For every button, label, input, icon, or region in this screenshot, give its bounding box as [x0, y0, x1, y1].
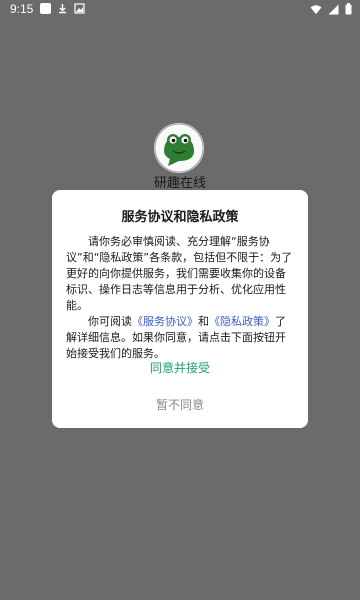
read-prefix-text: 你可阅读 — [88, 315, 132, 328]
privacy-policy-link[interactable]: 《隐私政策》 — [209, 315, 275, 328]
image-icon — [74, 3, 85, 14]
battery-icon — [345, 3, 352, 15]
frog-logo-icon — [154, 123, 204, 173]
status-notification-icons — [40, 3, 85, 14]
agree-button[interactable]: 同意并接受 — [52, 356, 308, 380]
status-bar: 9:15 — [0, 0, 360, 20]
privacy-dialog: 服务协议和隐私政策 请你务必审慎阅读、充分理解“服务协议”和“隐私政策”各条款，… — [52, 190, 308, 428]
app-square-icon — [40, 3, 51, 14]
service-agreement-link[interactable]: 《服务协议》 — [132, 315, 198, 328]
dialog-title: 服务协议和隐私政策 — [121, 210, 239, 225]
disagree-button[interactable]: 暂不同意 — [52, 393, 308, 417]
dialog-paragraph-2: 你可阅读《服务协议》和《隐私政策》了解详细信息。如果你同意，请点击下面按钮开始接… — [66, 314, 296, 362]
wifi-icon — [310, 4, 322, 14]
status-system-icons — [310, 3, 352, 15]
status-time: 9:15 — [10, 2, 34, 16]
dialog-paragraph-1: 请你务必审慎阅读、充分理解“服务协议”和“隐私政策”各条款，包括但不限于：为了更… — [66, 235, 293, 312]
dialog-body: 请你务必审慎阅读、充分理解“服务协议”和“隐私政策”各条款，包括但不限于：为了更… — [66, 234, 296, 362]
app-name: 研趣在线 — [153, 176, 206, 191]
download-icon — [59, 4, 66, 14]
signal-icon — [328, 4, 339, 14]
and-text: 和 — [198, 315, 209, 328]
